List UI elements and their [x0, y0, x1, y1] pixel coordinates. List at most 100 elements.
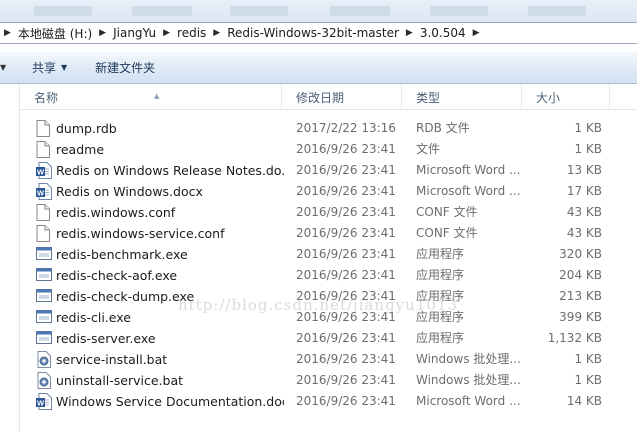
bat-gear-icon	[36, 351, 52, 368]
file-type: CONF 文件	[416, 226, 478, 240]
sort-ascending-icon: ▲	[154, 92, 160, 100]
breadcrumb-item-jiangyu[interactable]: JiangYu	[113, 26, 156, 40]
file-modified-date: 2016/9/26 23:41	[296, 184, 396, 198]
bat-gear-icon	[36, 372, 52, 389]
svg-text:W: W	[37, 398, 45, 407]
breadcrumb-item-drive[interactable]: 本地磁盘 (H:)	[18, 25, 92, 42]
column-header-name[interactable]: ▲ 名称	[20, 84, 282, 110]
file-row[interactable]: redis-cli.exe 2016/9/26 23:41 应用程序 399 KB	[20, 307, 637, 328]
file-icon	[36, 204, 52, 221]
file-type: Windows 批处理...	[416, 352, 521, 366]
title-placeholder	[34, 6, 92, 16]
breadcrumb-item-version[interactable]: 3.0.504	[420, 26, 466, 40]
file-name: uninstall-service.bat	[56, 373, 184, 388]
file-row[interactable]: redis-check-dump.exe 2016/9/26 23:41 应用程序 2…	[20, 286, 637, 307]
file-size: 1 KB	[574, 142, 602, 156]
file-modified-date: 2016/9/26 23:41	[296, 310, 396, 324]
file-type: 应用程序	[416, 247, 465, 261]
title-placeholder	[528, 6, 586, 16]
svg-text:W: W	[37, 188, 45, 197]
breadcrumb-item-redis[interactable]: redis	[177, 26, 206, 40]
file-type: 应用程序	[416, 310, 465, 324]
file-row[interactable]: dump.rdb 2017/2/22 13:16 RDB 文件 1 KB	[20, 118, 637, 139]
file-list-view: ▲ 名称 修改日期 类型 大小 dump.rdb 2017/2/22 13:16 R…	[0, 84, 637, 432]
breadcrumb-arrow-icon[interactable]: ▶	[406, 28, 413, 38]
column-header-size-label: 大小	[536, 91, 561, 105]
file-size: 17 KB	[566, 184, 602, 198]
file-name: service-install.bat	[56, 352, 168, 367]
file-size: 1 KB	[574, 373, 602, 387]
file-rows: dump.rdb 2017/2/22 13:16 RDB 文件 1 KB readme 2…	[20, 118, 637, 412]
exe-icon	[36, 246, 52, 263]
window-title-strip	[0, 0, 637, 22]
breadcrumb-arrow-icon[interactable]: ▶	[163, 28, 170, 38]
file-type: Microsoft Word ...	[416, 163, 521, 177]
file-size: 43 KB	[566, 205, 602, 219]
file-type: Windows 批处理...	[416, 373, 521, 387]
file-modified-date: 2016/9/26 23:41	[296, 163, 396, 177]
navigation-pane-edge	[0, 84, 20, 432]
file-row[interactable]: uninstall-service.bat 2016/9/26 23:41 Wind…	[20, 370, 637, 391]
file-row[interactable]: redis-check-aof.exe 2016/9/26 23:41 应用程序 20…	[20, 265, 637, 286]
file-type: 应用程序	[416, 289, 465, 303]
file-row[interactable]: W Windows Service Documentation.docx 2016/…	[20, 391, 637, 412]
file-modified-date: 2016/9/26 23:41	[296, 247, 396, 261]
file-name: redis-check-aof.exe	[56, 268, 178, 283]
file-icon	[36, 225, 52, 242]
exe-icon	[36, 267, 52, 284]
share-label: 共享	[32, 61, 57, 75]
file-name: redis-benchmark.exe	[56, 247, 188, 262]
column-header-row: ▲ 名称 修改日期 类型 大小	[20, 84, 637, 110]
file-row[interactable]: W Redis on Windows.docx 2016/9/26 23:41 Mic…	[20, 181, 637, 202]
organize-caret-icon[interactable]: ▼	[0, 63, 18, 72]
breadcrumb-item-redis-windows[interactable]: Redis-Windows-32bit-master	[227, 26, 399, 40]
file-name: redis.windows.conf	[56, 205, 176, 220]
file-type: Microsoft Word ...	[416, 394, 521, 408]
new-folder-button[interactable]: 新建文件夹	[95, 59, 155, 76]
file-type: 文件	[416, 142, 441, 156]
file-row[interactable]: W Redis on Windows Release Notes.do... 201…	[20, 160, 637, 181]
file-row[interactable]: redis-benchmark.exe 2016/9/26 23:41 应用程序 32…	[20, 244, 637, 265]
file-row[interactable]: redis.windows-service.conf 2016/9/26 23:4…	[20, 223, 637, 244]
file-size: 204 KB	[559, 268, 602, 282]
file-modified-date: 2016/9/26 23:41	[296, 373, 396, 387]
breadcrumb-arrow-icon[interactable]: ▶	[473, 28, 480, 38]
address-bar[interactable]: ▶ 本地磁盘 (H:) ▶ JiangYu ▶ redis ▶ Redis-Wi…	[0, 22, 637, 44]
exe-icon	[36, 288, 52, 305]
chevron-down-icon: ▼	[61, 63, 68, 72]
column-header-date[interactable]: 修改日期	[282, 84, 402, 110]
file-modified-date: 2017/2/22 13:16	[296, 121, 396, 135]
breadcrumb-arrow-icon[interactable]: ▶	[4, 28, 11, 38]
svg-text:W: W	[37, 167, 45, 176]
exe-icon	[36, 330, 52, 347]
file-modified-date: 2016/9/26 23:41	[296, 352, 396, 366]
file-name: Windows Service Documentation.docx	[56, 394, 284, 409]
breadcrumb-arrow-icon[interactable]: ▶	[213, 28, 220, 38]
file-type: 应用程序	[416, 331, 465, 345]
file-icon	[36, 120, 52, 137]
file-type: CONF 文件	[416, 205, 478, 219]
file-size: 213 KB	[559, 289, 602, 303]
word-doc-icon: W	[36, 183, 52, 200]
file-modified-date: 2016/9/26 23:41	[296, 394, 396, 408]
file-name: Redis on Windows Release Notes.do...	[56, 163, 284, 178]
column-header-size[interactable]: 大小	[522, 84, 610, 110]
file-row[interactable]: readme 2016/9/26 23:41 文件 1 KB	[20, 139, 637, 160]
file-size: 1 KB	[574, 121, 602, 135]
file-name: redis-cli.exe	[56, 310, 131, 325]
file-name: redis-check-dump.exe	[56, 289, 195, 304]
column-header-type[interactable]: 类型	[402, 84, 522, 110]
breadcrumb-arrow-icon[interactable]: ▶	[99, 28, 106, 38]
file-row[interactable]: service-install.bat 2016/9/26 23:41 Window…	[20, 349, 637, 370]
word-doc-icon: W	[36, 393, 52, 410]
file-size: 1,132 KB	[547, 331, 602, 345]
command-bar: ▼ 共享 ▼ 新建文件夹	[0, 52, 637, 84]
file-size: 1 KB	[574, 352, 602, 366]
title-placeholder	[132, 6, 192, 16]
share-button[interactable]: 共享 ▼	[32, 59, 67, 76]
file-row[interactable]: redis-server.exe 2016/9/26 23:41 应用程序 1,132…	[20, 328, 637, 349]
exe-icon	[36, 309, 52, 326]
title-placeholder	[430, 6, 488, 16]
file-row[interactable]: redis.windows.conf 2016/9/26 23:41 CONF 文件…	[20, 202, 637, 223]
file-name: redis.windows-service.conf	[56, 226, 225, 241]
